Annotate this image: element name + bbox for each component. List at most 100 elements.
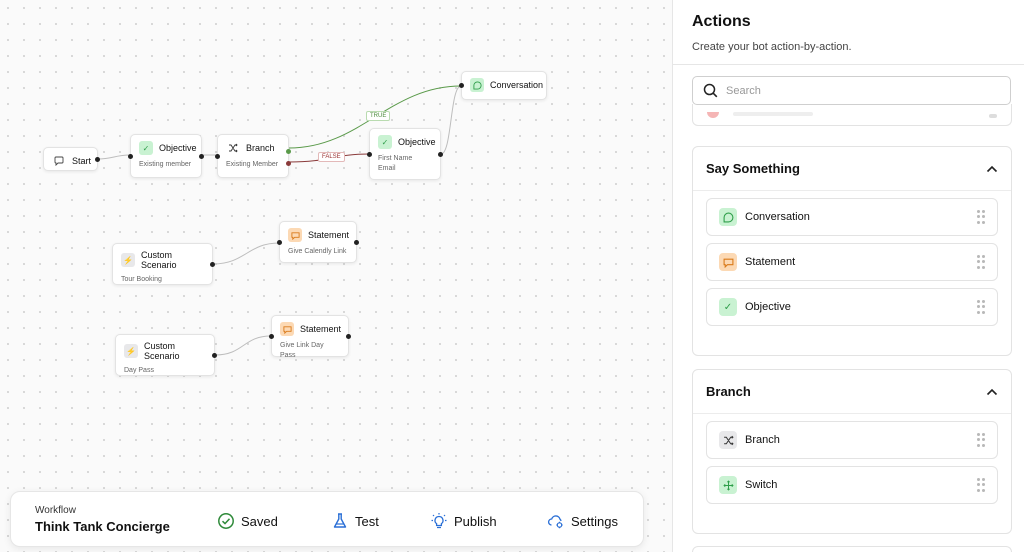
chevron-up-icon[interactable] <box>985 162 999 176</box>
node-subtitle-line: First Name <box>378 155 413 162</box>
edge-custom1-statement1 <box>212 242 280 265</box>
scrolled-group-remnant <box>692 104 1012 126</box>
partial-item-icon <box>707 112 719 118</box>
saved-label: Saved <box>241 513 278 529</box>
group-items: Branch Switch <box>693 414 1011 518</box>
input-port[interactable] <box>367 151 372 157</box>
drag-handle-icon[interactable] <box>977 210 985 224</box>
flask-icon <box>333 513 347 528</box>
output-port[interactable] <box>95 156 100 162</box>
drag-handle-icon[interactable] <box>977 300 985 314</box>
check-icon: ✓ <box>719 298 737 316</box>
action-label: Objective <box>745 301 791 313</box>
node-statement-day-pass[interactable]: Statement Give Link Day Pass <box>269 315 351 359</box>
input-port[interactable] <box>128 153 133 159</box>
edge-label-false: FALSE <box>318 152 345 162</box>
node-subtitle: Day Pass <box>124 367 154 374</box>
next-group-edge <box>692 546 1012 552</box>
search-input[interactable] <box>726 84 996 97</box>
output-port[interactable] <box>212 352 217 358</box>
saved-status[interactable]: Saved <box>217 512 278 530</box>
shuffle-icon <box>226 141 240 155</box>
drag-handle-icon[interactable] <box>977 255 985 269</box>
actions-panel: Actions Create your bot action-by-action… <box>672 0 1024 552</box>
node-subtitle: Give Link Day Pass <box>280 342 324 359</box>
node-title: Custom Scenario <box>141 250 177 270</box>
node-subtitle: First Name Email <box>378 154 432 174</box>
output-port[interactable] <box>199 153 204 159</box>
input-port[interactable] <box>269 333 274 339</box>
drag-handle-icon[interactable] <box>977 478 985 492</box>
action-label: Conversation <box>745 211 810 223</box>
node-objective-first-name-email[interactable]: ✓ Objective First Name Email <box>367 128 443 180</box>
true-port[interactable] <box>286 149 291 154</box>
check-icon: ✓ <box>378 135 392 149</box>
output-port[interactable] <box>210 261 215 267</box>
edge-objective-conversation <box>440 85 462 155</box>
chevron-up-icon[interactable] <box>985 385 999 399</box>
edge-start-objective <box>97 154 131 160</box>
node-statement-calendly[interactable]: Statement Give Calendly Link <box>277 221 359 263</box>
conversation-icon <box>470 78 484 92</box>
node-subtitle: Existing Member <box>226 161 279 168</box>
action-item-objective[interactable]: ✓ Objective <box>706 288 998 326</box>
lightbulb-icon <box>431 513 447 529</box>
node-title: Statement <box>308 230 350 240</box>
check-circle-icon <box>218 513 234 529</box>
action-label: Switch <box>745 479 778 491</box>
group-branch: Branch Branch Switch <box>692 369 1012 534</box>
search-box[interactable] <box>692 76 1011 105</box>
group-say-something: Say Something Conversation Statement ✓ O <box>692 146 1012 356</box>
node-subtitle-line: Email <box>378 165 396 172</box>
speech-bubble-icon <box>719 253 737 271</box>
group-items: Conversation Statement ✓ Objective <box>693 191 1011 340</box>
group-header[interactable]: Branch <box>693 370 1011 414</box>
node-subtitle: Existing member <box>139 161 192 168</box>
output-port[interactable] <box>346 333 351 339</box>
edge-label-true: TRUE <box>366 111 391 121</box>
input-port[interactable] <box>459 83 464 88</box>
panel-divider <box>673 64 1024 65</box>
node-title: Objective <box>159 143 197 153</box>
input-port[interactable] <box>277 239 282 245</box>
node-title: Conversation <box>490 80 544 90</box>
action-label: Branch <box>745 434 780 446</box>
node-custom-scenario-day-pass[interactable]: ⚡ Custom Scenario Day Pass <box>115 334 217 376</box>
group-header[interactable]: Say Something <box>693 147 1011 191</box>
node-title: Custom Scenario <box>144 341 180 361</box>
action-item-statement[interactable]: Statement <box>706 243 998 281</box>
output-port[interactable] <box>438 151 443 157</box>
switch-icon <box>719 476 737 494</box>
workflow-canvas[interactable]: TRUE FALSE Start ✓ Objective Existing me… <box>0 0 672 552</box>
input-port[interactable] <box>215 153 220 159</box>
action-item-conversation[interactable]: Conversation <box>706 198 998 236</box>
node-title: Objective <box>398 137 436 147</box>
edge-custom2-statement2 <box>214 335 272 356</box>
false-port[interactable] <box>286 161 291 166</box>
drag-handle-icon[interactable] <box>977 433 985 447</box>
partial-drag-handle-icon <box>989 114 997 118</box>
cloud-gear-icon <box>548 515 563 529</box>
node-start[interactable]: Start <box>43 147 100 171</box>
node-custom-scenario-tour-booking[interactable]: ⚡ Custom Scenario Tour Booking <box>112 243 215 285</box>
workflow-label: Workflow <box>35 505 76 516</box>
conversation-icon <box>719 208 737 226</box>
action-item-switch[interactable]: Switch <box>706 466 998 504</box>
publish-label: Publish <box>454 513 497 529</box>
group-title: Say Something <box>706 161 800 176</box>
node-title: Branch <box>246 143 275 153</box>
node-conversation[interactable]: Conversation <box>459 71 547 100</box>
output-port[interactable] <box>354 239 359 245</box>
test-button[interactable]: Test <box>331 512 379 530</box>
node-branch[interactable]: Branch Existing Member <box>215 134 291 178</box>
panel-title: Actions <box>692 13 751 30</box>
action-item-branch[interactable]: Branch <box>706 421 998 459</box>
node-title: Statement <box>300 324 342 334</box>
node-title: Start <box>72 156 92 166</box>
speech-bubble-icon <box>280 322 294 336</box>
publish-button[interactable]: Publish <box>430 512 497 530</box>
settings-button[interactable]: Settings <box>547 512 618 530</box>
bolt-icon: ⚡ <box>124 344 138 358</box>
panel-subtitle: Create your bot action-by-action. <box>692 41 852 53</box>
node-objective-existing-member[interactable]: ✓ Objective Existing member <box>128 134 204 178</box>
